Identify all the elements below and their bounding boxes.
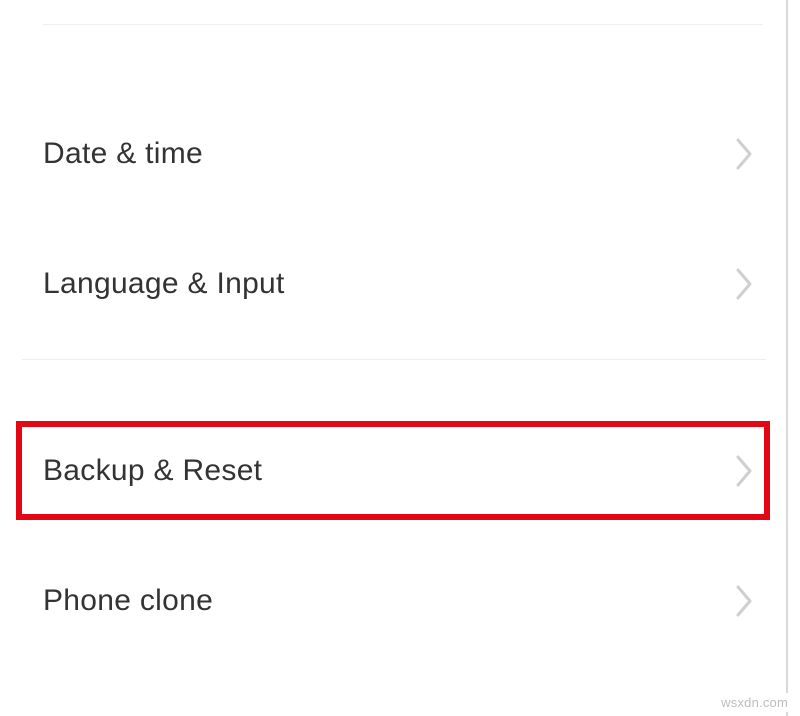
settings-panel: Date & time Language & Input Backup & Re… bbox=[0, 0, 788, 716]
settings-row-date-time[interactable]: Date & time bbox=[43, 125, 763, 183]
settings-row-language-input[interactable]: Language & Input bbox=[43, 255, 763, 313]
row-label: Backup & Reset bbox=[43, 454, 262, 488]
chevron-right-icon bbox=[735, 454, 755, 488]
section-divider bbox=[22, 359, 766, 360]
chevron-right-icon bbox=[735, 267, 755, 301]
divider bbox=[43, 24, 763, 25]
watermark: wsxdn.com bbox=[715, 693, 794, 712]
row-label: Language & Input bbox=[43, 267, 285, 301]
settings-row-phone-clone[interactable]: Phone clone bbox=[43, 572, 763, 630]
settings-row-backup-reset[interactable]: Backup & Reset bbox=[43, 442, 763, 500]
row-label: Date & time bbox=[43, 137, 203, 171]
chevron-right-icon bbox=[735, 584, 755, 618]
row-label: Phone clone bbox=[43, 584, 213, 618]
chevron-right-icon bbox=[735, 137, 755, 171]
